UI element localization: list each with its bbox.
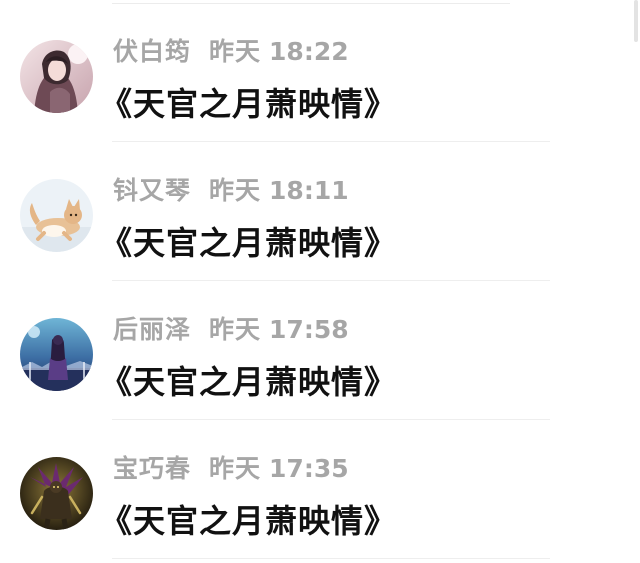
comment-item[interactable]: 宝巧春 昨天 17:35 《天官之月萧映情》 [0, 420, 640, 559]
timestamp-day: 昨天 [209, 176, 262, 205]
cat-avatar-icon[interactable] [20, 179, 93, 252]
timestamp-clock: 17:35 [269, 454, 349, 483]
comment-text: 《天官之月萧映情》 [100, 363, 398, 401]
username[interactable]: 钭又琴 [113, 171, 191, 207]
username[interactable]: 后丽泽 [113, 310, 191, 346]
comment-item[interactable]: 伏白筠 昨天 18:22 《天官之月萧映情》 [0, 3, 640, 142]
comment-meta: 伏白筠 昨天 18:22 [113, 31, 349, 69]
timestamp-day: 昨天 [209, 37, 262, 66]
timestamp-day: 昨天 [209, 315, 262, 344]
timestamp-day: 昨天 [209, 454, 262, 483]
comment-meta: 钭又琴 昨天 18:11 [113, 170, 349, 208]
comment-text: 《天官之月萧映情》 [100, 224, 398, 262]
comment-item[interactable]: 后丽泽 昨天 17:58 《天官之月萧映情》 [0, 281, 640, 420]
comment-meta: 后丽泽 昨天 17:58 [113, 309, 349, 347]
dark-warrior-avatar-icon[interactable] [20, 457, 93, 530]
timestamp: 昨天 18:11 [209, 171, 349, 207]
timestamp-clock: 18:11 [269, 176, 349, 205]
divider [112, 558, 550, 559]
night-figure-avatar-icon[interactable] [20, 318, 93, 391]
comment-item[interactable]: 钭又琴 昨天 18:11 《天官之月萧映情》 [0, 142, 640, 281]
timestamp-clock: 18:22 [269, 37, 349, 66]
comment-meta: 宝巧春 昨天 17:35 [113, 448, 349, 486]
timestamp: 昨天 17:35 [209, 449, 349, 485]
comment-text: 《天官之月萧映情》 [100, 85, 398, 123]
comment-text: 《天官之月萧映情》 [100, 502, 398, 540]
girl-portrait-avatar-icon[interactable] [20, 40, 93, 113]
timestamp: 昨天 17:58 [209, 310, 349, 346]
timestamp-clock: 17:58 [269, 315, 349, 344]
username[interactable]: 宝巧春 [113, 449, 191, 485]
timestamp: 昨天 18:22 [209, 32, 349, 68]
username[interactable]: 伏白筠 [113, 32, 191, 68]
